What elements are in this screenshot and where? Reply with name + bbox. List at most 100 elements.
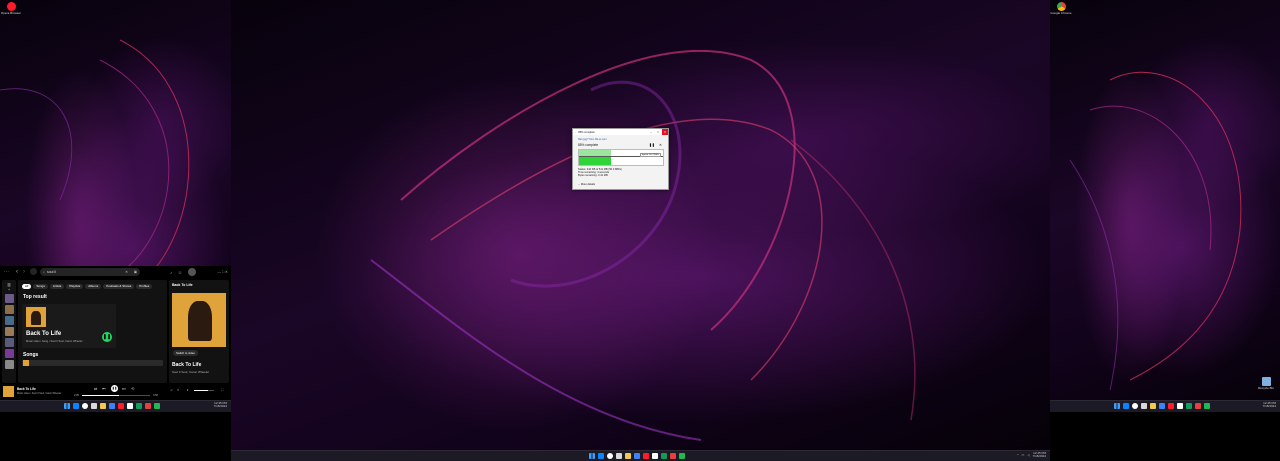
switch-to-video-button[interactable]: Switch to video [173,350,198,356]
more-details-toggle[interactable]: ⌄ More details [578,183,595,186]
network-icon[interactable]: ▭ [1021,453,1024,457]
taskbar-app-icon[interactable] [1195,403,1201,409]
play-button[interactable]: ❚❚ [102,332,112,342]
top-result-card[interactable]: Back To Life Music video • Song • Soul I… [22,304,116,348]
filter-all[interactable]: All [22,284,32,289]
taskbar-app-icon[interactable] [1150,403,1156,409]
library-item[interactable] [4,316,14,325]
lyrics-icon[interactable]: ♫ [170,388,173,392]
taskbar-app-icon[interactable] [1141,403,1147,409]
filter-songs[interactable]: Songs [33,284,48,289]
taskbar-clock[interactable]: 12:45 PM 7/18/2024 [1263,401,1276,409]
playback-progress[interactable] [82,395,150,396]
pause-button[interactable]: ❚❚ [111,385,118,392]
taskbar-app-icon[interactable] [643,453,649,459]
taskbar-app-icon[interactable] [679,453,685,459]
taskbar-app-icon[interactable] [616,453,622,459]
cancel-button[interactable]: ✕ [659,143,662,147]
taskbar-app-icon[interactable] [652,453,658,459]
taskbar-clock[interactable]: 12:45 PM 7/18/2024 [1033,451,1046,459]
taskbar-app-icon[interactable] [1204,403,1210,409]
queue-icon[interactable]: ≡ [177,388,179,392]
more-icon[interactable]: ⋯ [4,269,9,275]
maximize-button[interactable]: □ [655,129,661,135]
filter-artists[interactable]: Artists [49,284,65,289]
taskbar-app-icon[interactable] [670,453,676,459]
desktop-icon-opera[interactable]: Opera Browser [0,2,22,15]
taskbar-apps [1114,403,1210,409]
library-item[interactable] [4,294,14,303]
player-cover [3,386,14,397]
friends-icon[interactable]: ☺ [178,270,182,275]
add-icon[interactable]: + [2,287,16,292]
forward-icon[interactable]: › [23,269,25,275]
library-item[interactable] [4,349,14,358]
start-icon[interactable] [64,403,70,409]
playback-progress-fill [82,395,119,396]
start-icon[interactable] [1114,403,1120,409]
taskbar-app-icon[interactable] [1123,403,1129,409]
previous-icon[interactable]: ⏮ [102,386,106,391]
volume-icon[interactable]: 🔈︎ [187,388,189,392]
fullscreen-icon[interactable]: ⛶ [221,388,223,392]
taskbar-app-icon[interactable] [598,453,604,459]
now-playing-artist: Soul II Soul, Caron Wheeler [172,370,210,374]
library-item[interactable] [4,360,14,369]
avatar[interactable] [188,268,196,276]
taskbar-app-icon[interactable] [607,453,613,459]
filter-profiles[interactable]: Profiles [136,284,153,289]
recycle-bin-icon [1261,377,1271,386]
speed-chart: Speed: 56.3 MB/s [578,149,664,166]
taskbar-app-icon[interactable] [100,403,106,409]
taskbar-app-icon[interactable] [1177,403,1183,409]
volume-slider[interactable] [194,390,214,391]
taskbar-app-icon[interactable] [109,403,115,409]
taskbar-app-icon[interactable] [136,403,142,409]
song-cover [23,360,29,366]
clear-search-icon[interactable]: ✕ [125,270,128,274]
taskbar-app-icon[interactable] [91,403,97,409]
filter-podcasts[interactable]: Podcasts & Shows [103,284,135,289]
taskbar-app-icon[interactable] [1159,403,1165,409]
library-sidebar: ▥ + [2,280,16,383]
filter-chips: All Songs Artists Playlists Albums Podcasts &… [22,283,154,289]
song-row[interactable] [22,360,163,366]
back-icon[interactable]: ‹ [16,269,18,275]
taskbar-app-icon[interactable] [118,403,124,409]
library-item[interactable] [4,305,14,314]
taskbar-app-icon[interactable] [1132,403,1138,409]
next-icon[interactable]: ⏭ [122,386,126,391]
home-icon[interactable] [30,268,37,275]
browse-icon[interactable]: ▣ [134,270,137,274]
taskbar-apps [589,453,685,459]
taskbar-clock[interactable]: 12:45 PM 7/18/2024 [214,401,227,409]
notifications-icon[interactable]: ♪ [170,270,172,275]
taskbar-app-icon[interactable] [154,403,160,409]
taskbar-app-icon[interactable] [1168,403,1174,409]
top-result-meta: Music video • Song • Soul II Soul, Caron… [26,340,83,343]
taskbar-app-icon[interactable] [661,453,667,459]
search-input[interactable]: ⌕ soul ll ✕ ▣ [40,268,140,276]
filter-playlists[interactable]: Playlists [66,284,84,289]
taskbar-app-icon[interactable] [625,453,631,459]
start-icon[interactable] [589,453,595,459]
repeat-icon[interactable]: ⟲ [131,386,134,391]
chrome-icon [1056,2,1066,11]
taskbar-app-icon[interactable] [1186,403,1192,409]
library-item[interactable] [4,338,14,347]
taskbar-app-icon[interactable] [82,403,88,409]
taskbar-app-icon[interactable] [634,453,640,459]
desktop-icon-chrome[interactable]: Google Chrome [1050,2,1072,15]
taskbar-app-icon[interactable] [145,403,151,409]
taskbar-app-icon[interactable] [127,403,133,409]
pause-button[interactable]: ❚❚ [649,143,655,147]
volume-icon[interactable]: ◁ [1027,453,1029,457]
filter-albums[interactable]: Albums [85,284,102,289]
shuffle-icon[interactable]: ⇄ [94,386,97,391]
library-item[interactable] [4,327,14,336]
show-hidden-icons-icon[interactable]: ^ [1017,453,1018,457]
minimize-button[interactable]: – [648,129,654,135]
taskbar-app-icon[interactable] [73,403,79,409]
desktop-icon-recycle-bin[interactable]: Recycle Bin [1255,377,1277,390]
close-button[interactable]: ✕ [662,129,668,135]
